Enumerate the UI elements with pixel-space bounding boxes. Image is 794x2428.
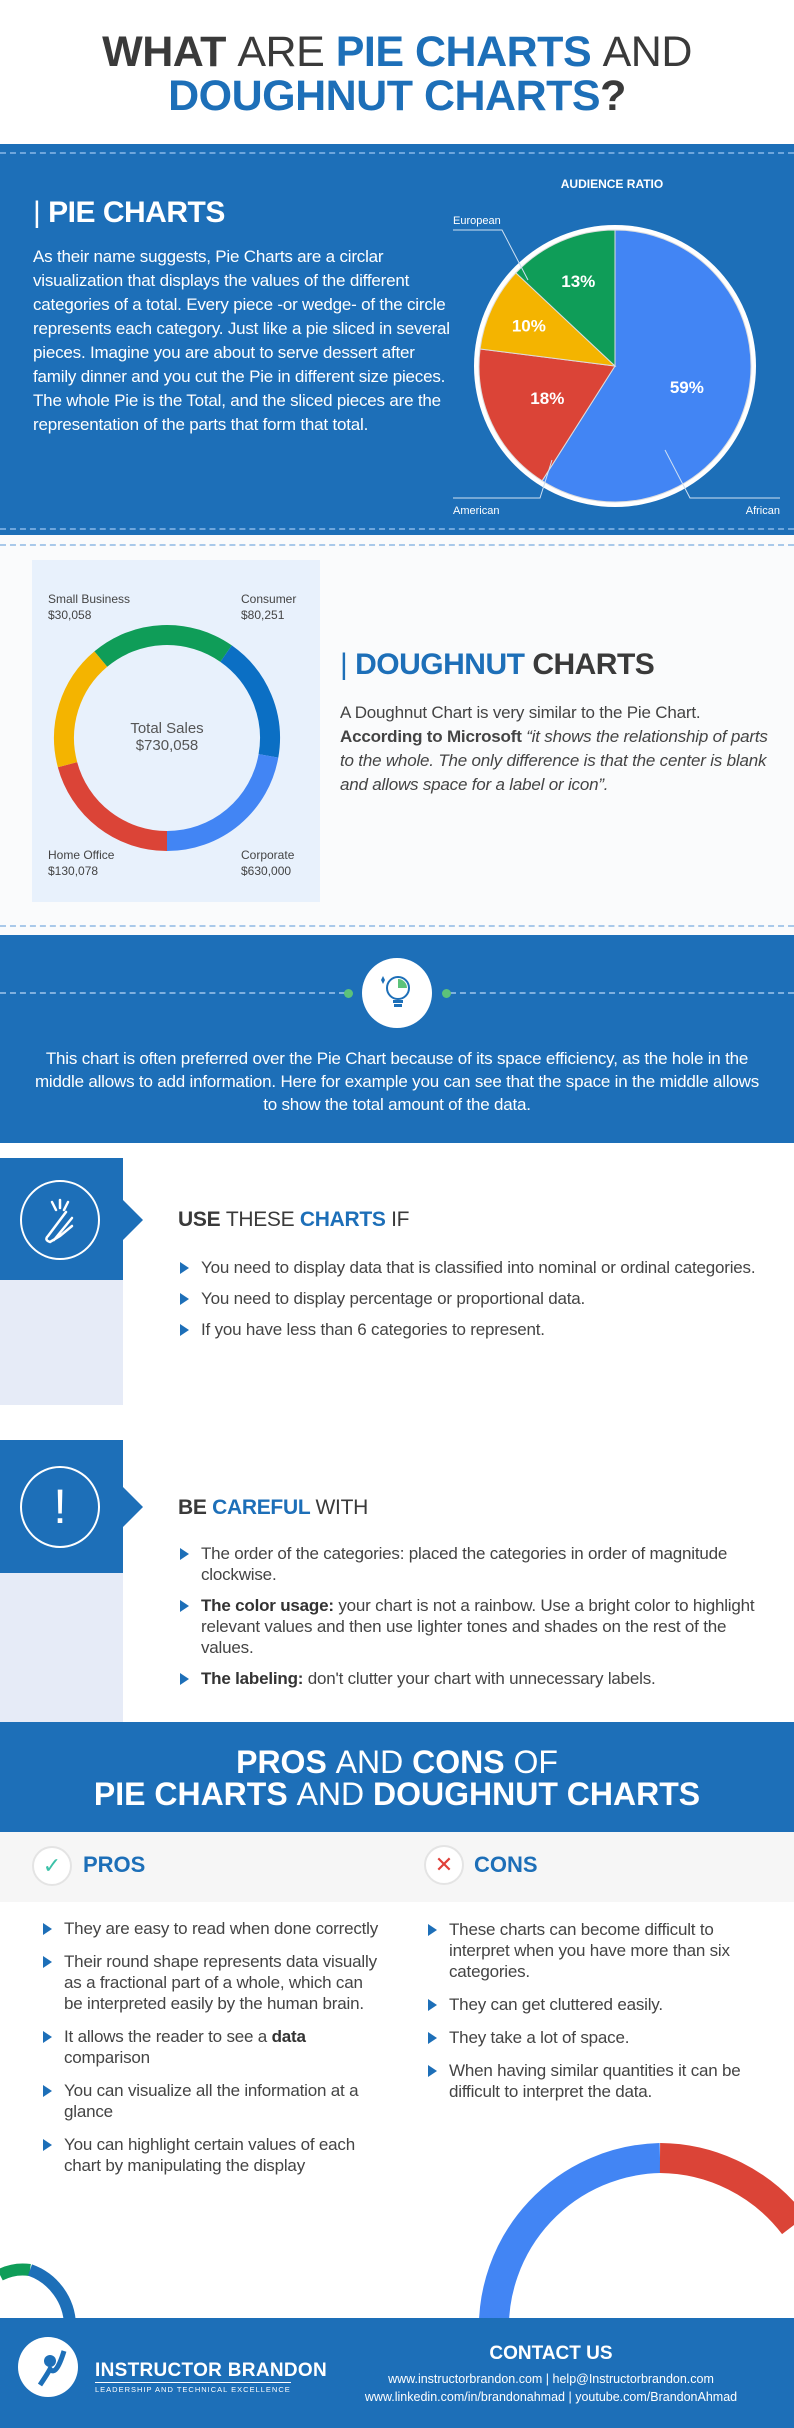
page-title-line2: DOUGHNUT CHARTS?: [0, 74, 794, 119]
list-item: These charts can become difficult to int…: [426, 1919, 771, 1982]
pie-chart: 59% 18% 10% 13% European American African: [453, 215, 780, 517]
list-item: Their round shape represents data visual…: [41, 1951, 381, 2014]
list-item: They can get cluttered easily.: [426, 1994, 771, 2015]
list-item: The color usage: your chart is not a rai…: [178, 1595, 768, 1658]
use-heading: USE THESE CHARTS IF: [178, 1208, 410, 1231]
contact-title: CONTACT US: [489, 2343, 613, 2364]
doughnut-label-small-business: Small Business $30,058: [48, 592, 131, 622]
use-list: You need to display data that is classif…: [178, 1257, 778, 1350]
exclamation-icon: !: [20, 1466, 100, 1548]
brand-name: INSTRUCTOR BRANDON: [95, 2360, 327, 2381]
doughnut-segment: [94, 625, 232, 667]
list-item: If you have less than 6 categories to re…: [178, 1319, 778, 1340]
pie-value-label: 18%: [530, 389, 564, 408]
doughnut-segment: [54, 651, 108, 768]
brand-tagline: LEADERSHIP AND TECHNICAL EXCELLENCE: [95, 2382, 291, 2394]
list-item: It allows the reader to see a data compa…: [41, 2026, 381, 2068]
pros-cons-heading: PROS AND CONS OF PIE CHARTS AND DOUGHNUT…: [0, 1722, 794, 1832]
list-item: They are easy to read when done correctl…: [41, 1918, 381, 1939]
title-word: WHAT: [102, 28, 226, 76]
doughnut-segment: [57, 761, 168, 851]
pie-chart-title: AUDIENCE RATIO: [560, 177, 664, 191]
pie-value-label: 10%: [512, 316, 546, 335]
cons-label: CONS: [474, 1852, 538, 1877]
pie-category-label: European: [453, 215, 501, 227]
doughnut-charts-heading: | DOUGHNUT CHARTS: [340, 648, 655, 681]
list-item: When having similar quantities it can be…: [426, 2060, 771, 2102]
page-title: WHAT ARE PIE CHARTS AND: [0, 30, 794, 75]
cons-list: These charts can become difficult to int…: [426, 1919, 771, 2112]
check-icon: ✓: [32, 1846, 72, 1886]
contact-line-2: www.linkedin.com/in/brandonahmad | youtu…: [364, 2390, 738, 2404]
title-word: ARE: [237, 28, 325, 76]
crossed-fingers-icon: [20, 1180, 100, 1260]
doughnut-label-home-office: Home Office $130,078: [48, 848, 115, 878]
list-item: The order of the categories: placed the …: [178, 1543, 768, 1585]
pie-category-label: American: [453, 505, 499, 517]
contact-info: www.instructorbrandon.com | help@Instruc…: [331, 2370, 771, 2406]
lightbulb-pie-icon: [362, 958, 432, 1028]
list-item: The labeling: don't clutter your chart w…: [178, 1668, 768, 1689]
careful-heading: BE CAREFUL WITH: [178, 1496, 368, 1519]
contact-line-1: www.instructorbrandon.com | help@Instruc…: [388, 2372, 714, 2386]
list-item: You need to display data that is classif…: [178, 1257, 778, 1278]
info-band-text: This chart is often preferred over the P…: [34, 1049, 760, 1114]
pros-label: PROS: [83, 1852, 146, 1877]
instructor-brandon-logo: [18, 2337, 78, 2397]
pie-category-label: African: [746, 505, 780, 517]
title-word: AND: [602, 28, 693, 76]
x-icon: ✕: [424, 1845, 464, 1885]
pie-charts-description: As their name suggests, Pie Charts are a…: [33, 247, 450, 434]
doughnut-center-label: Total Sales $730,058: [130, 720, 204, 754]
doughnut-segment: [166, 753, 279, 851]
list-item: They take a lot of space.: [426, 2027, 771, 2048]
list-item: You need to display percentage or propor…: [178, 1288, 778, 1309]
title-word: PIE CHARTS: [335, 28, 592, 76]
decorative-doughnut-arcs: [0, 2143, 794, 2330]
title-word: ?: [600, 72, 626, 120]
title-word: DOUGHNUT CHARTS: [168, 72, 601, 120]
careful-list: The order of the categories: placed the …: [178, 1543, 768, 1699]
pie-charts-heading: | PIE CHARTS: [33, 196, 225, 229]
pie-value-label: 13%: [561, 272, 595, 291]
list-item: You can visualize all the information at…: [41, 2080, 381, 2122]
doughnut-label-corporate: Corporate $630,000: [241, 848, 295, 878]
doughnut-label-consumer: Consumer $80,251: [241, 592, 297, 622]
pie-value-label: 59%: [670, 378, 704, 397]
footer: INSTRUCTOR BRANDON LEADERSHIP AND TECHNI…: [0, 2318, 794, 2428]
doughnut-charts-description: A Doughnut Chart is very similar to the …: [340, 703, 768, 794]
